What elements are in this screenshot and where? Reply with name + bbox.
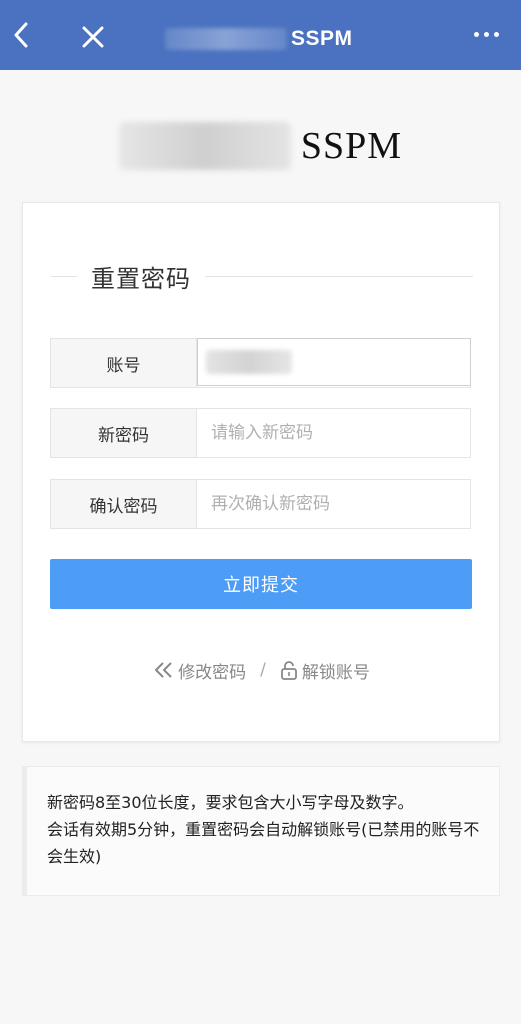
change-password-link[interactable]: 修改密码	[154, 658, 246, 683]
reset-password-card: 重置密码 账号 新密码 确认密码 立即提交 修改密码 / 解锁账号	[22, 202, 500, 742]
unlock-account-link[interactable]: 解锁账号	[280, 658, 370, 683]
brand-text: SSPM	[300, 125, 403, 167]
close-icon	[82, 26, 104, 48]
double-chevron-left-icon	[155, 662, 172, 678]
confirm-password-row: 确认密码	[50, 479, 471, 529]
new-password-label: 新密码	[51, 409, 197, 457]
auxiliary-links: 修改密码 / 解锁账号	[23, 655, 501, 685]
back-button[interactable]	[8, 22, 34, 48]
account-label: 账号	[51, 339, 197, 387]
brand-header: SSPM	[0, 118, 521, 174]
unlock-account-label: 解锁账号	[301, 662, 370, 683]
top-navigation-bar: SSPM	[0, 0, 521, 70]
change-password-label: 修改密码	[178, 662, 247, 683]
password-policy-note: 新密码8至30位长度，要求包含大小写字母及数字。 会话有效期5分钟，重置密码会自…	[22, 766, 500, 896]
page-title-text: SSPM	[291, 27, 353, 50]
note-line-1: 新密码8至30位长度，要求包含大小写字母及数字。	[47, 793, 414, 812]
form-heading-text: 重置密码	[91, 264, 191, 293]
more-horizontal-icon	[474, 32, 479, 37]
account-field[interactable]	[197, 338, 471, 386]
new-password-input[interactable]	[211, 409, 470, 457]
confirm-password-label: 确认密码	[51, 480, 197, 528]
confirm-password-input[interactable]	[211, 480, 470, 528]
close-button[interactable]	[80, 24, 106, 50]
form-heading: 重置密码	[51, 261, 473, 293]
unlock-icon	[280, 661, 297, 680]
redacted-account-value	[206, 350, 292, 374]
more-button[interactable]	[474, 32, 499, 37]
redacted-title-prefix	[165, 28, 287, 50]
page-title: SSPM	[165, 26, 353, 52]
note-line-2: 会话有效期5分钟，重置密码会自动解锁账号(已禁用的账号不会生效)	[47, 820, 480, 866]
redacted-brand-logo	[118, 122, 291, 170]
submit-button[interactable]: 立即提交	[50, 559, 472, 609]
divider	[51, 275, 77, 277]
new-password-row: 新密码	[50, 408, 471, 458]
account-row: 账号	[50, 338, 471, 388]
link-separator: /	[260, 660, 266, 680]
chevron-left-icon	[14, 22, 28, 48]
divider	[205, 275, 473, 277]
